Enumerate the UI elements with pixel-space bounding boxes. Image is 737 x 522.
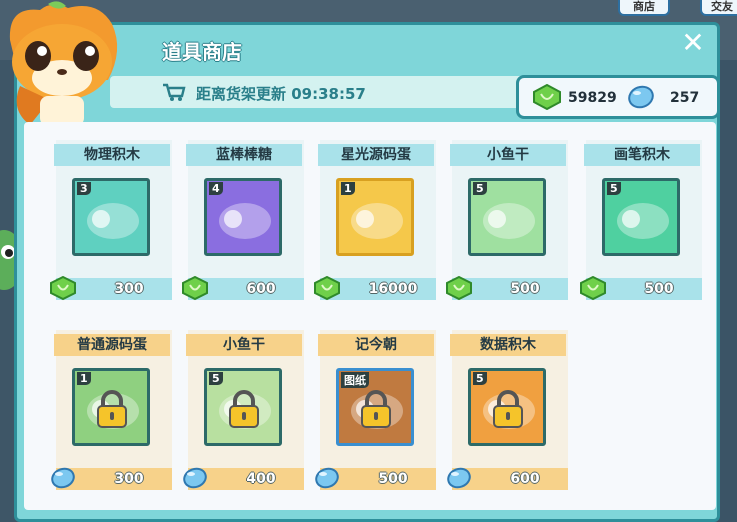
green-gem-icon (446, 276, 472, 301)
item-name: 数据积木 (450, 334, 566, 356)
item-price: 500 (510, 281, 540, 297)
item-price: 500 (378, 471, 408, 487)
item-level: 1 (341, 182, 355, 195)
blue-gem-icon (447, 467, 471, 489)
close-icon: ✕ (681, 26, 705, 59)
green-gem-icon (50, 276, 76, 301)
shop-item-card[interactable]: 星光源码蛋 1 16000 (314, 140, 436, 301)
item-level: 5 (473, 372, 487, 385)
item-image: 3 (72, 178, 150, 256)
item-image: 图纸 (336, 368, 414, 446)
green-gem-count: 59829 (568, 90, 617, 106)
green-gem-icon (533, 84, 561, 110)
shop-item-card[interactable]: 画笔积木 5 500 (580, 140, 702, 301)
item-name: 蓝棒棒糖 (186, 144, 302, 166)
item-level: 4 (209, 182, 223, 195)
blue-gem-icon (183, 467, 207, 489)
blue-gem-icon (628, 85, 654, 109)
item-image: 5 (468, 368, 546, 446)
item-price: 400 (246, 471, 276, 487)
blue-gem-icon (51, 467, 75, 489)
item-image: 5 (602, 178, 680, 256)
shop-item-card[interactable]: 记今朝图纸 500 (315, 330, 436, 490)
item-name: 小鱼干 (450, 144, 566, 166)
item-image: 5 (468, 178, 546, 256)
item-price: 600 (246, 281, 276, 297)
green-gem-icon (182, 276, 208, 301)
shop-item-card[interactable]: 普通源码蛋 1 300 (51, 330, 172, 490)
close-button[interactable]: ✕ (680, 29, 706, 57)
item-name: 画笔积木 (584, 144, 700, 166)
green-gem-icon (314, 276, 340, 301)
item-image: 1 (72, 368, 150, 446)
item-image: 1 (336, 178, 414, 256)
shop-item-card[interactable]: 物理积木 3 300 (50, 140, 172, 301)
item-image: 5 (204, 368, 282, 446)
shop-item-card[interactable]: 小鱼干 5 500 (446, 140, 568, 301)
item-level: 5 (209, 372, 223, 385)
blue-gem-icon (315, 467, 339, 489)
lock-icon (361, 390, 391, 428)
item-name: 小鱼干 (186, 334, 302, 356)
item-level: 3 (77, 182, 91, 195)
item-price: 500 (644, 281, 674, 297)
item-image: 4 (204, 178, 282, 256)
item-level: 1 (77, 372, 91, 385)
social-tab-button[interactable]: 交友 (700, 0, 737, 16)
item-name: 物理积木 (54, 144, 170, 166)
item-name: 星光源码蛋 (318, 144, 434, 166)
item-price: 300 (114, 471, 144, 487)
refresh-label: 距离货架更新 (196, 85, 287, 103)
cart-icon (163, 83, 186, 101)
item-name: 普通源码蛋 (54, 334, 170, 356)
item-name: 记今朝 (318, 334, 434, 356)
item-price: 600 (510, 471, 540, 487)
green-gem-icon (580, 276, 606, 301)
item-price: 16000 (368, 281, 418, 297)
shop-item-card[interactable]: 蓝棒棒糖 4 600 (182, 140, 304, 301)
shop-title: 道具商店 (162, 40, 242, 64)
fox-mascot (9, 1, 118, 135)
item-price: 300 (114, 281, 144, 297)
refresh-timer: 距离货架更新 09:38:57 (196, 83, 366, 104)
shop-tab-button[interactable]: 商店 (618, 0, 670, 16)
lock-icon (493, 390, 523, 428)
item-level: 图纸 (341, 372, 369, 388)
blue-gem-count: 257 (670, 90, 700, 106)
shop-item-card[interactable]: 小鱼干 5 400 (183, 330, 304, 490)
lock-icon (97, 390, 127, 428)
refresh-time: 09:38:57 (291, 85, 366, 103)
lock-icon (229, 390, 259, 428)
shop-item-card[interactable]: 数据积木 5 600 (447, 330, 568, 490)
item-level: 5 (473, 182, 487, 195)
item-level: 5 (607, 182, 621, 195)
